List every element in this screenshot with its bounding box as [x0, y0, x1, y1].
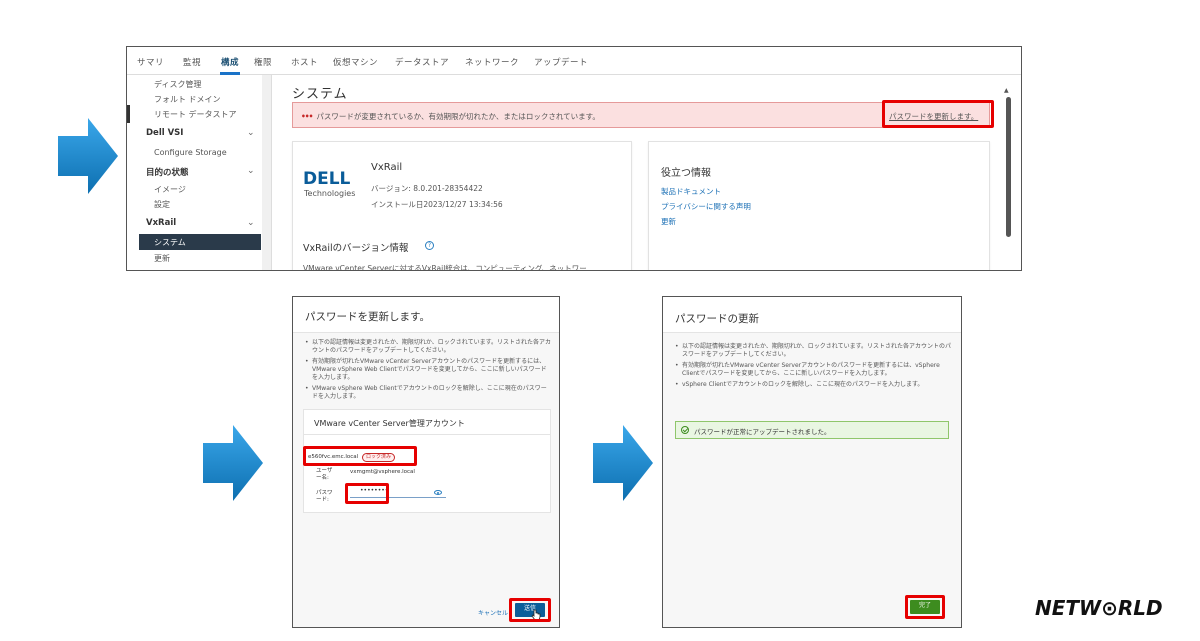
privacy-link[interactable]: プライバシーに関する声明 — [661, 201, 751, 212]
sidebar-item-configure-storage[interactable]: Configure Storage — [154, 148, 227, 157]
vxrail-system-screenshot: サマリ 監視 構成 権限 ホスト 仮想マシン データストア ネットワーク アップ… — [126, 46, 1022, 271]
cancel-button[interactable]: キャンセル — [478, 608, 508, 617]
highlight-box — [882, 100, 994, 128]
useful-info-title: 役立つ情報 — [661, 168, 711, 179]
useful-info-card: 役立つ情報 製品ドキュメント プライバシーに関する声明 更新 — [648, 141, 990, 270]
dell-technologies-text: Technologies — [304, 189, 356, 198]
chevron-down-icon[interactable]: ⌄ — [247, 166, 255, 176]
update-password-dialog: パスワードを更新します。 以下の認証情報は変更されたか、期限切れか、ロックされて… — [292, 296, 560, 628]
right-arrow-icon — [203, 425, 263, 501]
tab-bar: サマリ 監視 構成 権限 ホスト 仮想マシン データストア ネットワーク アップ… — [127, 47, 1021, 75]
sidebar-group-target-state[interactable]: 目的の状態 — [146, 166, 189, 178]
instruction-item: 有効期限が切れたVMware vCenter Serverアカウントのパスワード… — [305, 358, 551, 382]
password-updated-dialog: パスワードの更新 以下の認証情報は変更されたか、期限切れか、ロックされています。… — [662, 296, 962, 628]
highlight-box — [509, 598, 551, 622]
alert-message: ••• パスワードが変更されているか、有効期限が切れたか、またはロックされています… — [301, 111, 600, 122]
dialog-title: パスワードの更新 — [675, 313, 759, 325]
tab-hosts[interactable]: ホスト — [291, 56, 318, 68]
highlight-box — [303, 446, 417, 466]
right-arrow-icon — [593, 425, 653, 501]
instruction-item: 以下の認証情報は変更されたか、期限切れか、ロックされています。リストされた各アカ… — [675, 343, 953, 359]
sidebar: ディスク管理 フォルト ドメイン リモート データストア Dell VSI ⌄ … — [127, 75, 272, 270]
install-date: インストール日2023/12/27 13:34:56 — [371, 200, 503, 209]
sidebar-scrollbar[interactable] — [262, 75, 271, 270]
instruction-item: vSphere Clientでアカウントのロックを解除し、ここに現在のパスワード… — [675, 381, 953, 389]
page-title: システム — [292, 87, 348, 102]
sidebar-item-disk-management[interactable]: ディスク管理 — [154, 79, 201, 90]
dialog-header: パスワードを更新します。 — [293, 297, 559, 333]
divider — [304, 434, 550, 435]
sidebar-item-remote-datastore[interactable]: リモート データストア — [154, 109, 237, 120]
sidebar-item-update[interactable]: 更新 — [154, 253, 170, 264]
chevron-down-icon[interactable]: ⌄ — [247, 218, 255, 228]
sidebar-group-dell-vsi[interactable]: Dell VSI — [146, 128, 183, 138]
sidebar-group-vxrail[interactable]: VxRail — [146, 218, 176, 228]
sidebar-item-settings[interactable]: 設定 — [154, 199, 170, 210]
update-link[interactable]: 更新 — [661, 216, 676, 227]
tab-vms[interactable]: 仮想マシン — [333, 56, 378, 68]
svg-text:DELL: DELL — [303, 170, 351, 186]
version-info-text: VMware vCenter Serverに対するVxRail統合は、コンピュー… — [303, 264, 587, 271]
right-arrow-icon — [58, 118, 118, 194]
instruction-list: 以下の認証情報は変更されたか、期限切れか、ロックされています。リストされた各アカ… — [305, 339, 551, 404]
sidebar-item-fault-domain[interactable]: フォルト ドメイン — [154, 94, 221, 105]
instruction-item: VMware vSphere Web Clientでアカウントのロックを解除し、… — [305, 385, 551, 401]
chevron-down-icon[interactable]: ⌄ — [247, 128, 255, 138]
tab-monitor[interactable]: 監視 — [183, 56, 201, 68]
success-message: パスワードが正常にアップデートされました。 — [694, 428, 831, 436]
account-card-title: VMware vCenter Server管理アカウント — [314, 419, 465, 428]
user-value: vxmgmt@vsphere.local — [350, 469, 415, 475]
tab-networks[interactable]: ネットワーク — [465, 56, 519, 68]
sidebar-item-image[interactable]: イメージ — [154, 184, 186, 195]
instruction-item: 以下の認証情報は変更されたか、期限切れか、ロックされています。リストされた各アカ… — [305, 339, 551, 355]
dialog-header: パスワードの更新 — [663, 297, 961, 333]
tab-permissions[interactable]: 権限 — [254, 56, 272, 68]
user-label: ユーザー名: — [316, 468, 333, 481]
success-banner: パスワードが正常にアップデートされました。 — [675, 421, 949, 439]
tab-datastores[interactable]: データストア — [395, 56, 449, 68]
dell-logo-icon: DELL — [303, 170, 351, 186]
password-label: パスワード: — [316, 490, 333, 503]
highlight-box — [345, 483, 389, 504]
tab-summary[interactable]: サマリ — [137, 56, 164, 68]
tab-updates[interactable]: アップデート — [534, 56, 588, 68]
networld-logo: NETW⊙RLD — [1035, 596, 1163, 620]
product-docs-link[interactable]: 製品ドキュメント — [661, 186, 721, 197]
version-info-title: VxRailのバージョン情報 — [303, 243, 409, 254]
scroll-up-icon[interactable]: ▲ — [1004, 87, 1009, 94]
instruction-list: 以下の認証情報は変更されたか、期限切れか、ロックされています。リストされた各アカ… — [675, 343, 953, 392]
alert-message-text: パスワードが変更されているか、有効期限が切れたか、またはロックされています。 — [316, 112, 600, 121]
alert-dots-icon: ••• — [301, 112, 313, 121]
vxrail-info-card: DELL Technologies VxRail バージョン: 8.0.201-… — [292, 141, 632, 271]
show-password-icon[interactable] — [434, 490, 442, 495]
scroll-thumb[interactable] — [1006, 97, 1011, 237]
tab-configure[interactable]: 構成 — [221, 56, 239, 68]
help-icon[interactable]: ? — [425, 241, 434, 250]
sidebar-marker — [127, 105, 130, 123]
dialog-title: パスワードを更新します。 — [305, 311, 430, 323]
main-scrollbar[interactable]: ▲ — [1003, 87, 1013, 270]
highlight-box — [905, 595, 945, 619]
sidebar-item-system[interactable]: システム — [154, 237, 186, 248]
product-version: バージョン: 8.0.201-28354422 — [371, 184, 483, 193]
product-name: VxRail — [371, 162, 403, 173]
success-check-icon — [681, 426, 689, 434]
instruction-item: 有効期限が切れたVMware vCenter Serverアカウントのパスワード… — [675, 362, 953, 378]
